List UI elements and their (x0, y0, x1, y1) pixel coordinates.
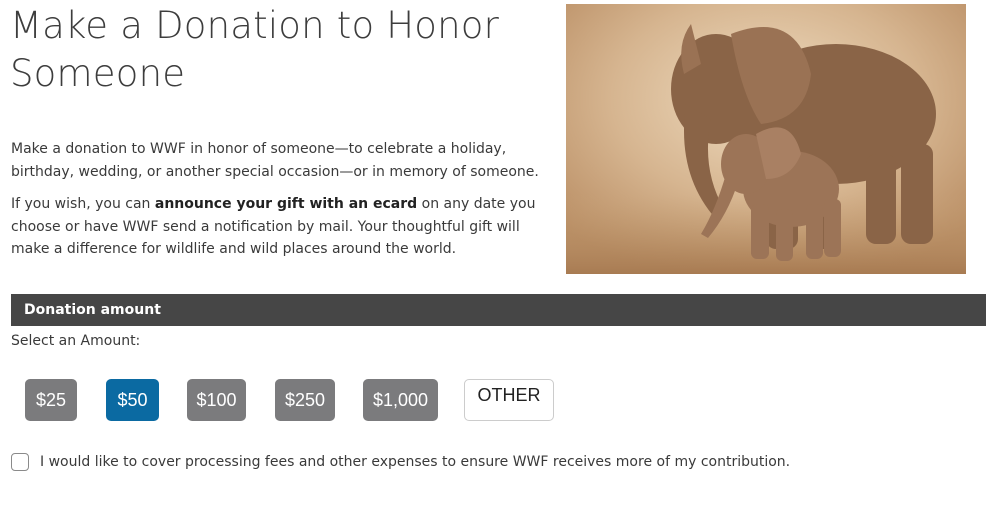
amount-button-250[interactable]: $250 (275, 379, 335, 421)
ecard-prefix: If you wish, you can (11, 196, 155, 212)
amount-button-25[interactable]: $25 (25, 379, 77, 421)
select-amount-label: Select an Amount: (11, 333, 141, 349)
processing-fee-row: I would like to cover processing fees an… (11, 453, 790, 471)
amount-other-input[interactable]: OTHER (464, 379, 554, 421)
amount-button-1000[interactable]: $1,000 (363, 379, 438, 421)
processing-fee-label: I would like to cover processing fees an… (40, 454, 791, 470)
ecard-link[interactable]: announce your gift with an ecard (155, 196, 417, 212)
elephant-hero-image (566, 4, 966, 274)
donation-amount-header: Donation amount (11, 294, 986, 326)
intro-text: Make a donation to WWF in honor of someo… (11, 138, 551, 271)
page-title: Make a Donation to Honor Someone (10, 4, 500, 95)
intro-paragraph: Make a donation to WWF in honor of someo… (11, 141, 539, 180)
elephant-illustration (566, 4, 966, 274)
amount-button-100[interactable]: $100 (187, 379, 246, 421)
amount-button-50[interactable]: $50 (106, 379, 159, 421)
ecard-paragraph: If you wish, you can announce your gift … (11, 193, 551, 261)
processing-fee-checkbox[interactable] (11, 453, 29, 471)
